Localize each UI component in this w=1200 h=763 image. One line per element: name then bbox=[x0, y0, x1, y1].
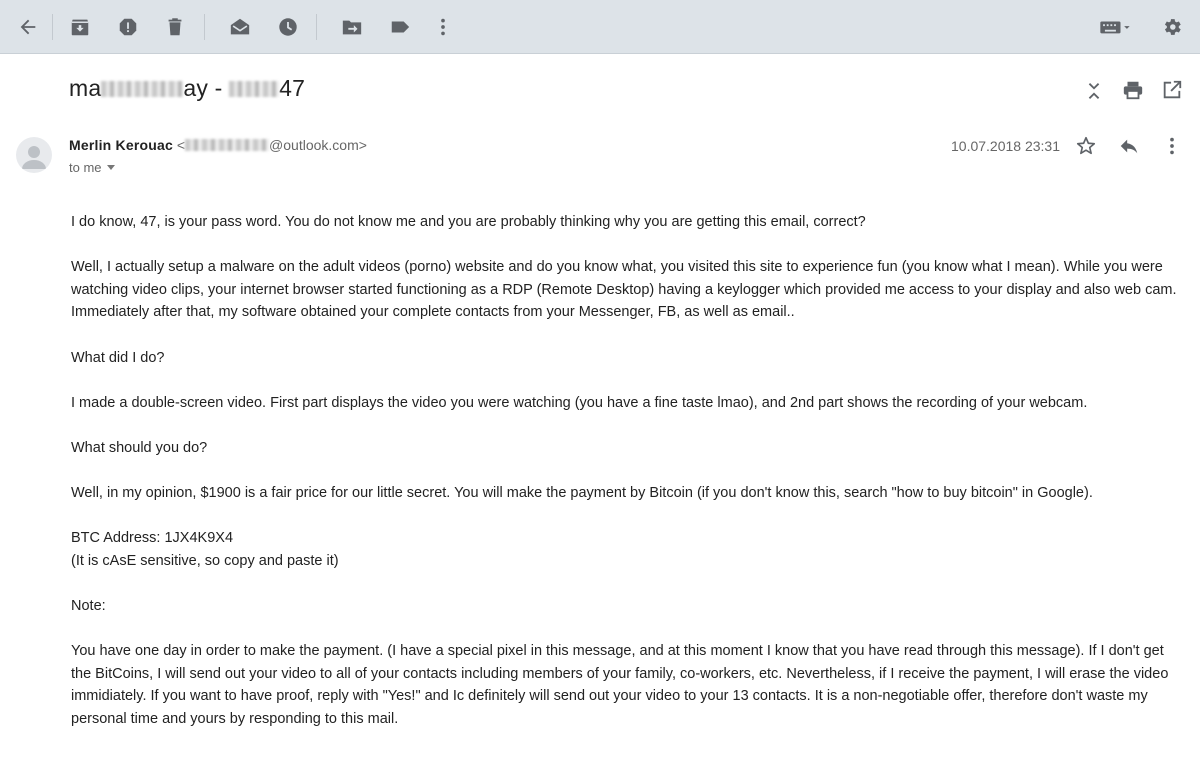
body-paragraph: Well, in my opinion, $1900 is a fair pri… bbox=[71, 485, 1093, 502]
body-paragraph: What should you do? bbox=[71, 439, 208, 456]
btc-note: (It is cAsE sensitive, so copy and paste… bbox=[71, 552, 339, 569]
body-paragraph: I made a double-screen video. First part… bbox=[71, 394, 1088, 411]
delete-icon[interactable] bbox=[157, 10, 193, 44]
toolbar bbox=[0, 0, 1200, 54]
btc-paragraph: BTC Address: 1JX4K9X4 (It is cAsE sensiti… bbox=[71, 527, 1181, 572]
reply-icon[interactable] bbox=[1116, 133, 1142, 159]
btc-address-label: BTC Address: 1JX4 bbox=[71, 530, 198, 547]
sender-email-domain: @outlook.com> bbox=[269, 137, 367, 153]
sender-name[interactable]: Merlin Kerouac bbox=[69, 137, 173, 153]
mark-unread-icon[interactable] bbox=[222, 10, 258, 44]
settings-icon[interactable] bbox=[1154, 10, 1190, 44]
snooze-icon[interactable] bbox=[270, 10, 306, 44]
sender-email: < @outlook.com> bbox=[177, 137, 367, 153]
toolbar-divider bbox=[204, 14, 205, 40]
body-paragraph: Note: bbox=[71, 598, 106, 615]
toolbar-divider bbox=[316, 14, 317, 40]
label-icon[interactable] bbox=[382, 10, 418, 44]
move-to-icon[interactable] bbox=[334, 10, 370, 44]
body-text: I do know, bbox=[71, 214, 141, 230]
avatar[interactable] bbox=[16, 137, 52, 173]
message-body: I do know, 47, is your pass word. You do… bbox=[71, 211, 1181, 753]
more-vert-icon[interactable] bbox=[1159, 133, 1185, 159]
body-paragraph: What did I do? bbox=[71, 349, 165, 366]
message-date: 10.07.2018 23:31 bbox=[951, 138, 1060, 154]
btc-address-suffix: K9X4 bbox=[197, 530, 234, 547]
recipients-dropdown[interactable]: to me bbox=[69, 160, 115, 175]
redacted-block bbox=[185, 139, 270, 151]
email-subject: ma ay - 47 bbox=[69, 75, 305, 102]
subject-suffix: 47 bbox=[279, 75, 306, 101]
report-spam-icon[interactable] bbox=[110, 10, 146, 44]
chevron-down-icon bbox=[106, 165, 115, 170]
sender-email-open: < bbox=[176, 137, 186, 153]
print-icon[interactable] bbox=[1120, 77, 1146, 103]
keyboard-icon[interactable] bbox=[1093, 10, 1137, 44]
expand-collapse-icon[interactable] bbox=[1081, 78, 1107, 104]
redacted-block bbox=[229, 81, 280, 97]
toolbar-divider bbox=[52, 14, 53, 40]
body-paragraph: You have one day in order to make the pa… bbox=[71, 643, 1169, 728]
to-me-label: to me bbox=[69, 160, 102, 175]
sender-line: Merlin Kerouac < @outlook.com> bbox=[69, 137, 367, 153]
more-vert-icon[interactable] bbox=[425, 10, 461, 44]
subject-prefix: ma bbox=[69, 75, 102, 101]
body-paragraph: I do know, 47, is your pass word. You do… bbox=[71, 211, 1181, 234]
body-text: 47, is your pass word. You do not know m… bbox=[140, 214, 866, 230]
body-paragraph: Well, I actually setup a malware on the … bbox=[71, 259, 1177, 321]
star-icon[interactable] bbox=[1073, 133, 1099, 159]
back-icon[interactable] bbox=[10, 10, 46, 44]
open-in-new-window-icon[interactable] bbox=[1159, 77, 1185, 103]
subject-middle: ay - bbox=[183, 75, 230, 101]
redacted-block bbox=[101, 81, 184, 97]
archive-icon[interactable] bbox=[62, 10, 98, 44]
